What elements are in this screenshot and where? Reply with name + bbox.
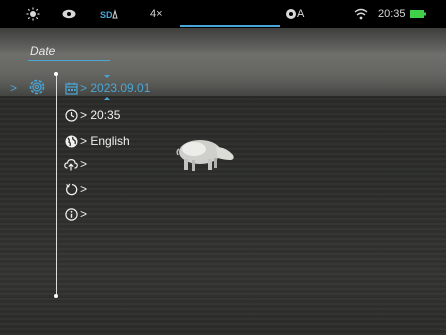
menu-title: Date [30,44,56,58]
globe-icon [64,134,78,148]
info-icon [64,207,78,221]
status-bar: SD 4× A 20:35 [0,0,446,28]
divider-bottom-dot [54,294,58,298]
menu-item-device-info[interactable]: > [64,205,87,223]
scene-mode-icon[interactable]: SD [100,0,120,28]
menu-item-firmware-update[interactable]: > [64,155,87,173]
thermal-boar-silhouette [176,140,234,171]
title-underline [28,60,110,61]
svg-text:SD: SD [100,10,113,20]
battery-icon [410,0,426,28]
menu-item-reset[interactable]: > [64,180,87,198]
selection-arrow-icon: > [10,81,18,95]
divider-top-dot [54,72,58,76]
menu-item-date[interactable]: > 2023.09.01 [64,79,150,97]
menu-item-label: > [80,157,88,171]
menu-item-label: > English [80,134,130,148]
calibration-mode[interactable]: A [285,0,304,28]
eye-icon[interactable] [62,0,76,28]
menu-item-time[interactable]: > 20:35 [64,106,120,124]
active-tab-underline [180,25,280,27]
thermal-viewfinder-screen: SD 4× A 20:35 Date > > 2023.09.01 > 20:3… [0,0,446,335]
brightness-icon[interactable] [26,0,40,28]
clock-time: 20:35 [378,8,406,20]
menu-item-language[interactable]: > English [64,132,130,150]
menu-item-label: > [80,207,88,221]
menu-item-label: > 2023.09.01 [80,81,151,95]
settings-gear-icon[interactable] [27,77,47,102]
reset-icon [64,182,78,196]
cloud-upload-icon [64,157,78,171]
calibration-mode-letter: A [297,8,305,20]
zoom-level[interactable]: 4× [150,0,163,28]
clock-icon [64,108,78,122]
wifi-icon[interactable] [354,0,368,28]
menu-item-label: > [80,182,88,196]
menu-item-label: > 20:35 [80,108,121,122]
calendar-icon [64,81,78,95]
menu-divider-line [56,72,57,296]
